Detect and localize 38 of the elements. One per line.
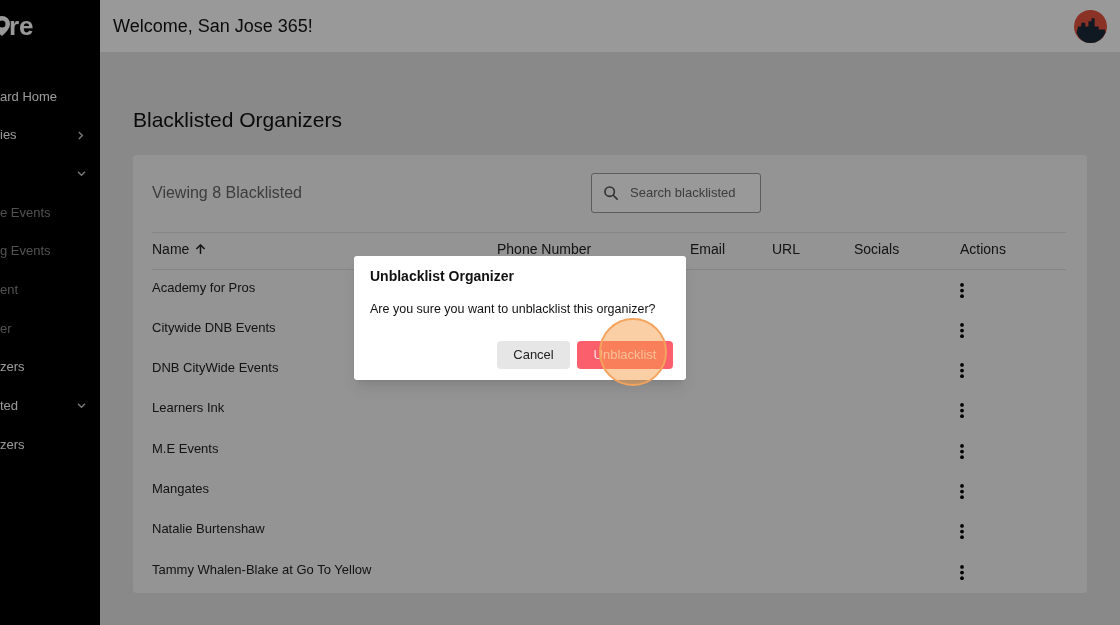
column-header[interactable]: Socials (854, 238, 900, 260)
more-icon[interactable] (960, 443, 964, 459)
more-icon[interactable] (960, 363, 964, 379)
welcome-text: Welcome, San Jose 365! (113, 14, 313, 38)
search-input[interactable]: Search blacklisted (630, 183, 740, 203)
search-icon (603, 185, 619, 201)
column-header[interactable]: URL (772, 238, 800, 260)
table-cell-text: Learners Ink (152, 399, 226, 418)
dialog-message: Are you sure you want to unblacklist this organizer? (370, 301, 657, 318)
sidebar-item[interactable]: zers (0, 425, 100, 464)
more-icon[interactable] (960, 484, 964, 499)
column-header[interactable]: Email (690, 238, 725, 260)
sidebar-item[interactable]: zers (0, 347, 100, 387)
table-cell-text: Citywide DNB Events (152, 318, 277, 337)
more-icon[interactable] (960, 322, 964, 338)
table-cell-text: DNB CityWide Events (152, 359, 280, 378)
more-icon[interactable] (960, 524, 964, 540)
more-icon[interactable] (960, 403, 964, 419)
table-cell-text: Mangates (152, 480, 211, 498)
avatar[interactable] (1074, 9, 1107, 43)
page-title: Blacklisted Organizers (133, 107, 343, 133)
sidebar-item[interactable]: ard Home (0, 77, 100, 116)
table-cell-text: M.E Events (152, 439, 220, 458)
column-header[interactable]: Name (152, 238, 190, 260)
logo-text[interactable]: re (9, 13, 34, 39)
more-icon[interactable] (960, 282, 964, 298)
dialog-title: Unblacklist Organizer (370, 267, 515, 286)
sidebar-item[interactable]: ted (0, 386, 100, 426)
table-cell-text: Natalie Burtenshaw (152, 520, 266, 539)
sidebar-item[interactable]: ies (0, 115, 100, 155)
more-icon[interactable] (960, 564, 964, 580)
table-cell-text: Tammy Whalen-Blake at Go To Yellow (152, 560, 373, 579)
search-field[interactable]: Search blacklisted (591, 173, 761, 213)
column-header[interactable]: Phone Number (497, 238, 592, 260)
summary-text: Viewing 8 Blacklisted (152, 183, 303, 203)
dialog-button[interactable]: Cancel (497, 340, 570, 369)
column-header[interactable]: Actions (960, 238, 1006, 260)
sort-up-icon[interactable] (195, 243, 207, 255)
